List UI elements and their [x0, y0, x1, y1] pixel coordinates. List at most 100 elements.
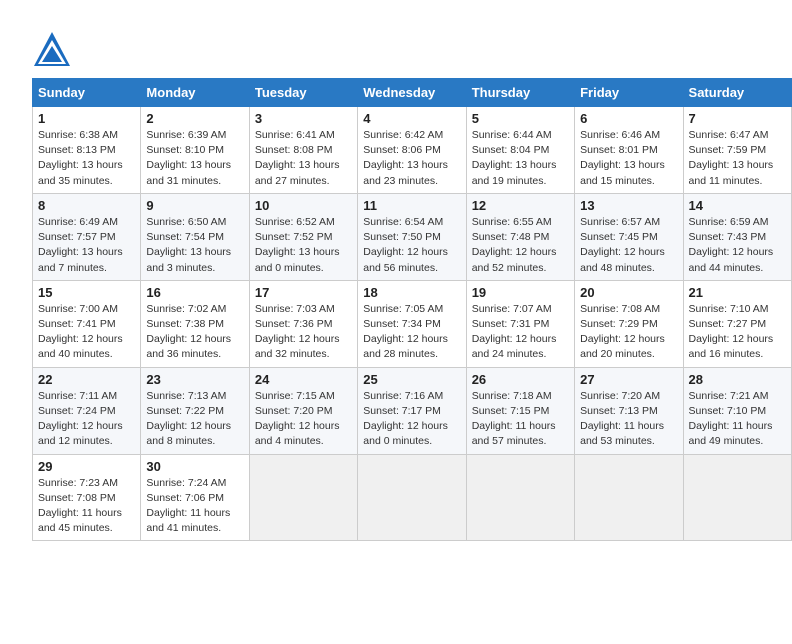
cell-text: Sunset: 7:57 PM	[38, 230, 135, 245]
cell-text: and 28 minutes.	[363, 347, 460, 362]
cell-text: and 0 minutes.	[363, 434, 460, 449]
day-number: 12	[472, 198, 569, 213]
cell-text: and 15 minutes.	[580, 174, 677, 189]
cell-text: Sunset: 7:06 PM	[146, 491, 243, 506]
calendar-cell: 21Sunrise: 7:10 AMSunset: 7:27 PMDayligh…	[683, 280, 791, 367]
cell-text: Sunset: 7:31 PM	[472, 317, 569, 332]
cell-text: Daylight: 12 hours	[580, 332, 677, 347]
day-number: 18	[363, 285, 460, 300]
calendar-cell: 3Sunrise: 6:41 AMSunset: 8:08 PMDaylight…	[249, 107, 357, 194]
cell-text: Sunrise: 6:55 AM	[472, 215, 569, 230]
col-friday: Friday	[575, 79, 683, 107]
cell-text: Sunrise: 7:13 AM	[146, 389, 243, 404]
cell-text: Sunset: 7:08 PM	[38, 491, 135, 506]
cell-text: Daylight: 12 hours	[255, 332, 352, 347]
cell-text: Sunrise: 6:41 AM	[255, 128, 352, 143]
cell-text: Daylight: 12 hours	[363, 245, 460, 260]
day-number: 6	[580, 111, 677, 126]
cell-text: and 12 minutes.	[38, 434, 135, 449]
cell-text: Sunset: 7:29 PM	[580, 317, 677, 332]
cell-text: Sunrise: 7:21 AM	[689, 389, 786, 404]
cell-text: Sunrise: 7:08 AM	[580, 302, 677, 317]
cell-text: Daylight: 13 hours	[580, 158, 677, 173]
cell-text: Sunrise: 7:11 AM	[38, 389, 135, 404]
col-sunday: Sunday	[33, 79, 141, 107]
calendar-cell: 26Sunrise: 7:18 AMSunset: 7:15 PMDayligh…	[466, 367, 574, 454]
cell-text: Sunrise: 6:54 AM	[363, 215, 460, 230]
calendar-cell: 18Sunrise: 7:05 AMSunset: 7:34 PMDayligh…	[358, 280, 466, 367]
cell-text: and 44 minutes.	[689, 261, 786, 276]
day-number: 19	[472, 285, 569, 300]
calendar-cell: 28Sunrise: 7:21 AMSunset: 7:10 PMDayligh…	[683, 367, 791, 454]
col-tuesday: Tuesday	[249, 79, 357, 107]
day-number: 22	[38, 372, 135, 387]
cell-text: and 40 minutes.	[38, 347, 135, 362]
cell-text: Daylight: 12 hours	[472, 332, 569, 347]
cell-text: Daylight: 13 hours	[146, 245, 243, 260]
cell-text: Sunrise: 7:07 AM	[472, 302, 569, 317]
calendar-cell: 2Sunrise: 6:39 AMSunset: 8:10 PMDaylight…	[141, 107, 249, 194]
cell-text: Sunrise: 7:24 AM	[146, 476, 243, 491]
day-number: 24	[255, 372, 352, 387]
cell-text: Sunrise: 7:15 AM	[255, 389, 352, 404]
day-number: 17	[255, 285, 352, 300]
calendar-cell: 10Sunrise: 6:52 AMSunset: 7:52 PMDayligh…	[249, 193, 357, 280]
calendar-row: 8Sunrise: 6:49 AMSunset: 7:57 PMDaylight…	[33, 193, 792, 280]
day-number: 3	[255, 111, 352, 126]
day-number: 2	[146, 111, 243, 126]
cell-text: Daylight: 11 hours	[472, 419, 569, 434]
cell-text: Sunrise: 7:05 AM	[363, 302, 460, 317]
cell-text: and 20 minutes.	[580, 347, 677, 362]
day-number: 16	[146, 285, 243, 300]
day-number: 7	[689, 111, 786, 126]
cell-text: and 57 minutes.	[472, 434, 569, 449]
day-number: 29	[38, 459, 135, 474]
cell-text: Sunset: 7:59 PM	[689, 143, 786, 158]
calendar-cell: 16Sunrise: 7:02 AMSunset: 7:38 PMDayligh…	[141, 280, 249, 367]
day-number: 13	[580, 198, 677, 213]
cell-text: Sunset: 8:01 PM	[580, 143, 677, 158]
cell-text: Sunrise: 7:20 AM	[580, 389, 677, 404]
cell-text: Sunset: 7:50 PM	[363, 230, 460, 245]
cell-text: Sunrise: 6:50 AM	[146, 215, 243, 230]
day-number: 30	[146, 459, 243, 474]
cell-text: Daylight: 12 hours	[146, 332, 243, 347]
cell-text: Sunrise: 7:16 AM	[363, 389, 460, 404]
cell-text: and 27 minutes.	[255, 174, 352, 189]
col-wednesday: Wednesday	[358, 79, 466, 107]
cell-text: Sunset: 7:43 PM	[689, 230, 786, 245]
cell-text: and 8 minutes.	[146, 434, 243, 449]
cell-text: Daylight: 11 hours	[580, 419, 677, 434]
cell-text: Sunset: 8:13 PM	[38, 143, 135, 158]
cell-text: and 24 minutes.	[472, 347, 569, 362]
day-number: 20	[580, 285, 677, 300]
cell-text: Sunrise: 6:52 AM	[255, 215, 352, 230]
calendar-cell: 7Sunrise: 6:47 AMSunset: 7:59 PMDaylight…	[683, 107, 791, 194]
calendar-cell	[358, 454, 466, 541]
day-number: 15	[38, 285, 135, 300]
cell-text: Sunset: 7:22 PM	[146, 404, 243, 419]
cell-text: Daylight: 13 hours	[38, 245, 135, 260]
cell-text: and 41 minutes.	[146, 521, 243, 536]
cell-text: Sunset: 7:27 PM	[689, 317, 786, 332]
cell-text: Sunset: 7:45 PM	[580, 230, 677, 245]
cell-text: Daylight: 12 hours	[146, 419, 243, 434]
cell-text: and 3 minutes.	[146, 261, 243, 276]
cell-text: and 53 minutes.	[580, 434, 677, 449]
calendar-row: 1Sunrise: 6:38 AMSunset: 8:13 PMDaylight…	[33, 107, 792, 194]
cell-text: Daylight: 11 hours	[146, 506, 243, 521]
cell-text: and 32 minutes.	[255, 347, 352, 362]
cell-text: and 7 minutes.	[38, 261, 135, 276]
cell-text: Sunrise: 6:42 AM	[363, 128, 460, 143]
cell-text: Sunrise: 7:00 AM	[38, 302, 135, 317]
cell-text: Sunrise: 6:47 AM	[689, 128, 786, 143]
cell-text: and 16 minutes.	[689, 347, 786, 362]
cell-text: Sunset: 7:48 PM	[472, 230, 569, 245]
calendar-cell: 4Sunrise: 6:42 AMSunset: 8:06 PMDaylight…	[358, 107, 466, 194]
calendar-header-row: Sunday Monday Tuesday Wednesday Thursday…	[33, 79, 792, 107]
calendar-cell: 8Sunrise: 6:49 AMSunset: 7:57 PMDaylight…	[33, 193, 141, 280]
calendar-cell: 14Sunrise: 6:59 AMSunset: 7:43 PMDayligh…	[683, 193, 791, 280]
calendar-row: 29Sunrise: 7:23 AMSunset: 7:08 PMDayligh…	[33, 454, 792, 541]
cell-text: Daylight: 12 hours	[363, 419, 460, 434]
calendar-cell: 30 Sunrise: 7:24 AMSunset: 7:06 PMDayligh…	[141, 454, 249, 541]
